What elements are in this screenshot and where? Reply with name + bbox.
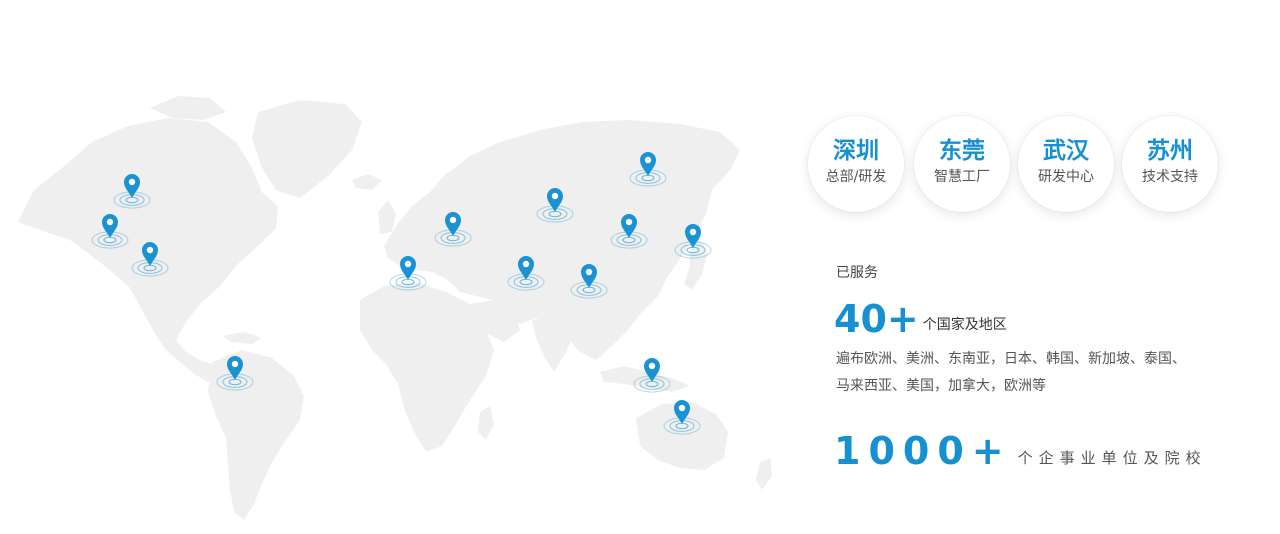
- clients-stat: 1000+ 个企事业单位及院校: [834, 430, 1207, 472]
- city-name: 东莞: [939, 138, 985, 164]
- city-desc: 研发中心: [1038, 169, 1094, 185]
- city-wuhan[interactable]: 武汉 研发中心: [1018, 116, 1114, 212]
- city-name: 深圳: [833, 138, 879, 164]
- arctic-islands-landmass: [150, 96, 226, 120]
- countries-unit: 个国家及地区: [922, 317, 1007, 333]
- continents: [18, 96, 772, 520]
- clients-unit: 个企事业单位及院校: [1017, 449, 1207, 467]
- city-name: 苏州: [1147, 138, 1193, 164]
- greenland-landmass: [252, 100, 362, 198]
- city-desc: 技术支持: [1142, 169, 1198, 185]
- new-zealand-landmass: [756, 458, 772, 490]
- city-desc: 智慧工厂: [934, 169, 990, 185]
- uk-landmass: [378, 200, 396, 234]
- madagascar-landmass: [478, 406, 494, 440]
- iceland-landmass: [352, 174, 382, 190]
- city-shenzhen[interactable]: 深圳 总部/研发: [808, 116, 904, 212]
- clients-number: 1000+: [834, 429, 1012, 473]
- south-america-landmass: [208, 350, 304, 520]
- city-suzhou[interactable]: 苏州 技术支持: [1122, 116, 1218, 212]
- city-name: 武汉: [1043, 138, 1089, 164]
- countries-stat: 40+ 个国家及地区: [834, 298, 1007, 340]
- city-desc: 总部/研发: [825, 169, 887, 185]
- countries-description: 遍布欧洲、美洲、东南亚，日本、韩国、新加坡、泰国、马来西亚、美国，加拿大，欧洲等: [836, 351, 1186, 394]
- city-dongguan[interactable]: 东莞 智慧工厂: [914, 116, 1010, 212]
- served-label: 已服务: [836, 265, 878, 281]
- caribbean-landmass: [222, 332, 262, 344]
- india-landmass: [532, 316, 576, 372]
- countries-number: 40+: [834, 297, 919, 341]
